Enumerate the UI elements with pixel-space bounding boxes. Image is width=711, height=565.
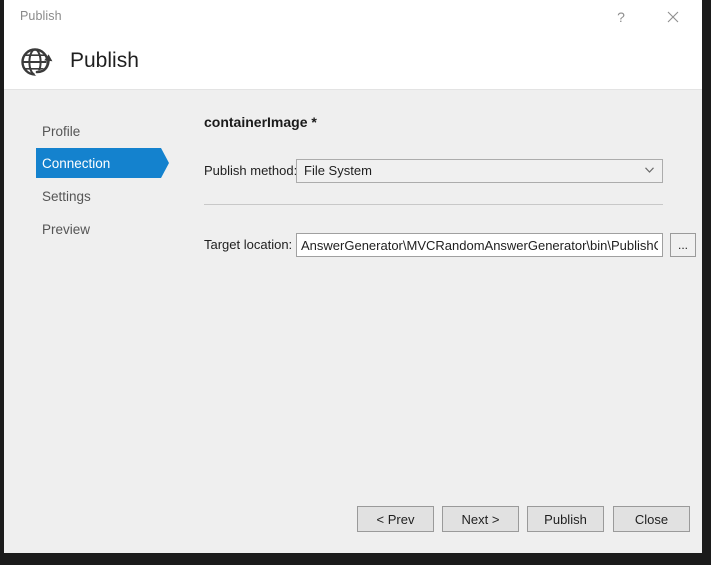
sidebar-item-connection[interactable]: Connection [36, 148, 161, 178]
target-location-row: Target location: ... [200, 233, 690, 257]
close-button[interactable] [650, 0, 696, 33]
dialog-header: Publish [4, 33, 702, 89]
close-dialog-button[interactable]: Close [613, 506, 690, 532]
globe-publish-icon [18, 42, 56, 80]
publish-method-dropdown[interactable]: File System [296, 159, 663, 183]
sidebar-item-label: Preview [42, 222, 90, 237]
dialog-footer: < Prev Next > Publish Close [4, 493, 702, 553]
publish-method-value: File System [304, 160, 372, 182]
help-button[interactable]: ? [598, 0, 644, 33]
title-bar: Publish ? [4, 0, 702, 34]
sidebar-nav: Profile Connection Settings Preview [4, 90, 200, 553]
target-location-label: Target location: [204, 233, 292, 257]
sidebar-item-label: Connection [42, 156, 110, 171]
main-panel: containerImage * Publish method: File Sy… [200, 90, 702, 553]
header-title: Publish [70, 42, 139, 80]
browse-button[interactable]: ... [670, 233, 696, 257]
publish-dialog: Publish ? Publish Profile [4, 0, 702, 553]
target-location-input[interactable] [296, 233, 663, 257]
prev-button[interactable]: < Prev [357, 506, 434, 532]
dialog-body: Profile Connection Settings Preview cont… [4, 89, 702, 553]
help-icon: ? [617, 9, 625, 25]
chevron-down-icon [645, 167, 654, 173]
sidebar-item-preview[interactable]: Preview [36, 214, 161, 244]
sidebar-item-label: Profile [42, 124, 80, 139]
publish-button[interactable]: Publish [527, 506, 604, 532]
section-title: containerImage * [204, 114, 317, 130]
publish-method-row: Publish method: File System [200, 159, 670, 183]
sidebar-item-label: Settings [42, 189, 91, 204]
close-icon [667, 11, 679, 23]
sidebar-item-profile[interactable]: Profile [36, 116, 161, 146]
section-divider [204, 204, 663, 205]
sidebar-item-settings[interactable]: Settings [36, 181, 161, 211]
next-button[interactable]: Next > [442, 506, 519, 532]
window-title: Publish [20, 9, 62, 23]
sidebar-selection-arrow-icon [161, 148, 169, 178]
publish-method-label: Publish method: [204, 159, 297, 183]
